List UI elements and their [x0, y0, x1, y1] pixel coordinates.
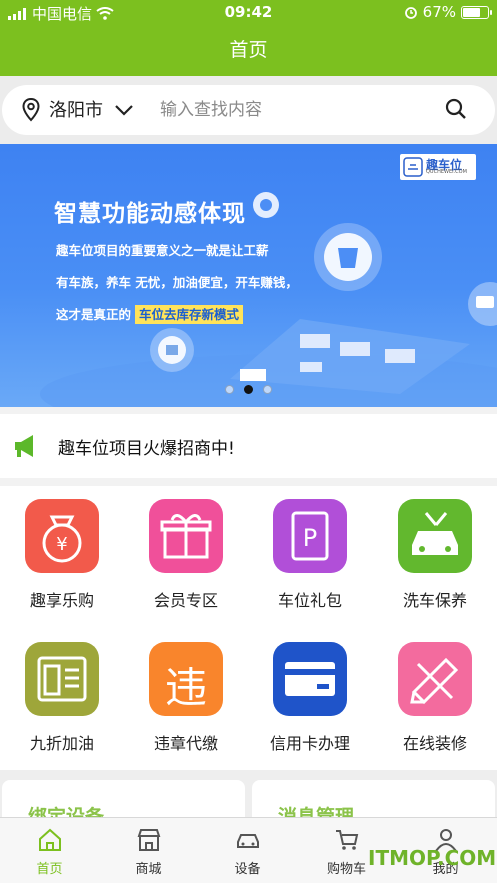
shop-icon [137, 829, 161, 851]
brand-logo: 趣车位 QUCHEWEI.COM [400, 154, 476, 180]
cart-icon [336, 830, 359, 850]
violation-glyph: 违 [164, 663, 207, 712]
notice-bar[interactable]: 趣车位项目火爆招商中! [0, 414, 497, 478]
location-pin-icon[interactable] [22, 98, 40, 122]
service-qu-xiang-le-gou[interactable]: ¥ 趣享乐购 [2, 486, 122, 620]
alarm-icon [404, 7, 417, 19]
banner-line-3: 这才是真正的 车位去库存新模式 [56, 304, 244, 324]
watermark: ITMOP.COM [368, 846, 497, 870]
car-icon [237, 834, 259, 848]
tab-home[interactable]: 首页 [0, 818, 99, 883]
carousel-dot[interactable] [225, 385, 234, 394]
city-selector[interactable]: 洛阳市 [49, 96, 103, 122]
promo-banner[interactable]: 趣车位 QUCHEWEI.COM 智慧功能动感体现 趣车位项目的重要意义之一就是… [0, 144, 497, 407]
tab-label: 首页 [36, 862, 63, 877]
service-hui-yuan-zhuan-qu[interactable]: 会员专区 [126, 486, 246, 620]
gas-station-icon [25, 642, 99, 716]
logo-mark-icon [403, 157, 423, 177]
banner-line-3-prefix: 这才是真正的 [56, 307, 132, 322]
service-jiu-zhe-jia-you[interactable]: 九折加油 [2, 629, 122, 763]
search-bar: 洛阳市 [2, 85, 495, 135]
service-xin-yong-ka-ban-li[interactable]: 信用卡办理 [250, 629, 370, 763]
svg-text:P: P [303, 524, 317, 552]
carousel-dot[interactable] [244, 385, 253, 394]
logo-subtext: QUCHEWEI.COM [426, 169, 467, 175]
service-label: 信用卡办理 [269, 734, 350, 753]
banner-line-2: 有车族，养车 无忧，加油便宜，开车赚钱， [56, 275, 298, 290]
banner-line-1: 趣车位项目的重要意义之一就是让工薪 [56, 243, 269, 258]
battery-icon [461, 5, 492, 19]
banner-title: 智慧功能动感体现 [54, 201, 246, 227]
service-zai-xian-zhuang-xiu[interactable]: 在线装修 [375, 629, 495, 763]
service-wei-zhang-dai-jiao[interactable]: 违 违章代缴 [126, 629, 246, 763]
service-label: 违章代缴 [153, 734, 218, 753]
battery-percent: 67% [422, 3, 456, 21]
megaphone-icon [15, 435, 33, 457]
money-bag-icon: ¥ [25, 499, 99, 573]
service-label: 九折加油 [29, 734, 94, 753]
notice-text: 趣车位项目火爆招商中! [58, 439, 235, 459]
chevron-down-icon[interactable] [114, 104, 134, 116]
service-label: 洗车保养 [402, 591, 467, 610]
service-label: 车位礼包 [277, 591, 342, 610]
credit-card-icon [273, 642, 347, 716]
violation-icon: 违 [149, 642, 223, 716]
services-grid: ¥ 趣享乐购 会员专区 P 车位礼包 洗车保养 九折加油 违 违章代缴 信用卡办… [0, 486, 497, 770]
gift-icon [149, 499, 223, 573]
service-label: 趣享乐购 [29, 591, 94, 610]
feature-cards: 绑定设备 消息管理 [0, 770, 497, 840]
status-bar: 中国电信 09:42 67% [0, 0, 497, 24]
home-icon [39, 828, 61, 851]
search-input[interactable] [160, 98, 420, 122]
page-title: 首页 [0, 24, 497, 76]
car-wrench-icon [398, 499, 472, 573]
banner-highlight: 车位去库存新模式 [135, 305, 244, 324]
tab-label: 设备 [234, 862, 261, 877]
carousel-dot[interactable] [263, 385, 272, 394]
parking-icon: P [273, 499, 347, 573]
service-che-wei-li-bao[interactable]: P 车位礼包 [250, 486, 370, 620]
service-label: 会员专区 [153, 591, 218, 610]
tab-label: 商城 [135, 862, 162, 877]
tab-shop[interactable]: 商城 [99, 818, 198, 883]
carousel-dots[interactable] [0, 385, 497, 394]
ruler-pencil-icon [398, 642, 472, 716]
service-xi-che-bao-yang[interactable]: 洗车保养 [375, 486, 495, 620]
svg-text:¥: ¥ [56, 534, 67, 555]
tab-device[interactable]: 设备 [198, 818, 297, 883]
service-label: 在线装修 [402, 734, 467, 753]
search-icon[interactable] [445, 98, 467, 120]
search-area: 洛阳市 [0, 76, 497, 144]
